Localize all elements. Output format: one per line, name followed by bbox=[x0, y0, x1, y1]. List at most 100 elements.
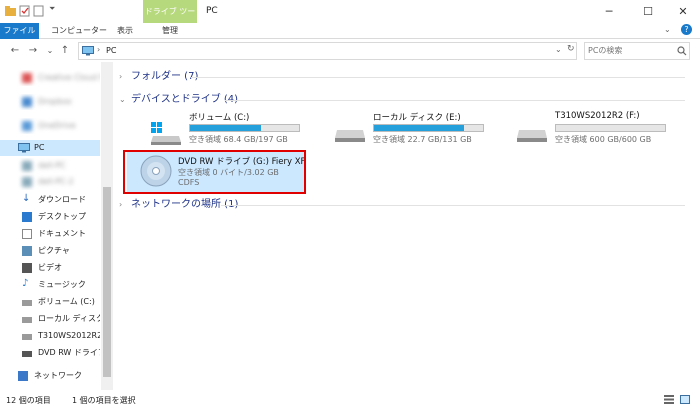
navigation-bar: ← → ⌄ ↑ › PC ⌄ ↻ bbox=[0, 40, 700, 62]
sidebar-item-label: ピクチャ bbox=[38, 246, 70, 255]
dvd-drive-icon bbox=[22, 351, 32, 357]
highlight-annotation-box bbox=[123, 150, 306, 194]
windows-drive-icon bbox=[151, 122, 181, 145]
group-divider bbox=[225, 100, 685, 101]
folder-icon[interactable] bbox=[5, 5, 16, 17]
sidebar-item-label: ダウンロード bbox=[38, 195, 86, 204]
properties-icon[interactable] bbox=[19, 5, 30, 17]
customize-quick-access-icon[interactable]: ⏷ bbox=[49, 4, 60, 16]
details-view-icon[interactable] bbox=[664, 395, 674, 404]
hard-drive-icon bbox=[517, 130, 547, 142]
sidebar-item-network-pc-1[interactable]: dell-PC bbox=[0, 158, 100, 174]
minimize-button[interactable]: ─ bbox=[592, 0, 626, 23]
sidebar-item-downloads[interactable]: ↓ ダウンロード bbox=[0, 192, 100, 208]
sidebar-item-label: dell-PC-2 bbox=[38, 177, 74, 186]
sidebar-item-drive-e[interactable]: ローカル ディスク (E:) bbox=[0, 311, 100, 327]
sidebar-item-desktop[interactable]: デスクトップ bbox=[0, 209, 100, 225]
windows-drive-icon bbox=[22, 300, 32, 306]
help-icon[interactable]: ? bbox=[681, 24, 692, 35]
videos-icon bbox=[22, 263, 32, 273]
free-space-text: 空き領域 22.7 GB/131 GB bbox=[373, 135, 472, 144]
chevron-right-icon: › bbox=[119, 200, 123, 209]
refresh-icon[interactable]: ↻ bbox=[567, 44, 575, 54]
group-devices-header[interactable]: ⌄ デバイスとドライブ (4) bbox=[119, 93, 238, 107]
search-box[interactable] bbox=[584, 42, 690, 60]
free-space-text: 空き領域 600 GB/600 GB bbox=[555, 135, 652, 144]
sidebar-item-pictures[interactable]: ピクチャ bbox=[0, 243, 100, 259]
address-bar[interactable]: › PC ⌄ ↻ bbox=[78, 42, 577, 60]
sidebar-item-pc[interactable]: PC bbox=[0, 140, 100, 156]
hard-drive-icon bbox=[335, 130, 365, 142]
chevron-down-icon: ⌄ bbox=[119, 95, 126, 104]
group-divider bbox=[191, 77, 685, 78]
desktop-icon bbox=[22, 212, 32, 222]
pictures-icon bbox=[22, 246, 32, 256]
tab-file[interactable]: ファイル bbox=[0, 23, 39, 39]
tab-manage[interactable]: 管理 bbox=[155, 23, 185, 39]
sidebar-item-label: ボリューム (C:) bbox=[38, 297, 95, 306]
sidebar-item-label: ミュージック bbox=[38, 280, 86, 289]
maximize-button[interactable]: ☐ bbox=[631, 0, 665, 23]
free-space-text: 空き領域 68.4 GB/197 GB bbox=[189, 135, 288, 144]
sidebar-item-network-pc-2[interactable]: dell-PC-2 bbox=[0, 174, 100, 190]
address-dropdown-icon[interactable]: ⌄ bbox=[555, 45, 562, 54]
sidebar-item-music[interactable]: ♪ ミュージック bbox=[0, 277, 100, 293]
close-button[interactable]: ✕ bbox=[666, 0, 700, 23]
content-pane: › フォルダー (7) ⌄ デバイスとドライブ (4) ボリューム (C:) 空き領… bbox=[115, 62, 700, 390]
sidebar-item-onedrive[interactable]: OneDrive bbox=[0, 118, 100, 134]
hard-drive-icon bbox=[22, 317, 32, 323]
drive-tile-e[interactable]: ローカル ディスク (E:) 空き領域 22.7 GB/131 GB bbox=[329, 110, 504, 154]
selection-count: 1 個の項目を選択 bbox=[72, 396, 136, 405]
sidebar-item-creative-cloud[interactable]: Creative Cloud Fil bbox=[0, 70, 100, 86]
sidebar-item-drive-c[interactable]: ボリューム (C:) bbox=[0, 294, 100, 310]
pc-icon bbox=[82, 46, 94, 56]
tab-view[interactable]: 表示 bbox=[112, 23, 138, 39]
tab-computer[interactable]: コンピューター bbox=[47, 23, 111, 39]
sidebar-item-documents[interactable]: ドキュメント bbox=[0, 226, 100, 242]
network-icon bbox=[18, 371, 28, 381]
breadcrumb-pc[interactable]: PC bbox=[106, 46, 116, 55]
sidebar-item-label: dell-PC bbox=[38, 161, 66, 170]
capacity-bar bbox=[555, 124, 666, 132]
sidebar-item-label: デスクトップ bbox=[38, 212, 86, 221]
sidebar-item-label: PC bbox=[34, 143, 45, 152]
sidebar-item-drive-g[interactable]: DVD RW ドライブ ( bbox=[0, 345, 100, 361]
network-pc-icon bbox=[22, 161, 32, 171]
group-folders-header[interactable]: › フォルダー (7) bbox=[119, 70, 198, 84]
onedrive-icon bbox=[22, 121, 32, 131]
sidebar-scrollbar[interactable] bbox=[101, 62, 113, 390]
sidebar-item-label: ローカル ディスク (E:) bbox=[38, 314, 100, 323]
expand-ribbon-icon[interactable]: ⌄ bbox=[664, 25, 671, 34]
sidebar-item-label: ネットワーク bbox=[34, 371, 82, 380]
title-bar: ⏷ ドライブ ツール PC ─ ☐ ✕ bbox=[0, 0, 700, 39]
navigation-pane: Creative Cloud Fil Dropbox OneDrive PC d… bbox=[0, 62, 115, 390]
music-note-icon: ♪ bbox=[22, 278, 29, 289]
status-bar: 12 個の項目 1 個の項目を選択 bbox=[0, 390, 700, 410]
dropbox-icon bbox=[22, 97, 32, 107]
sidebar-item-network[interactable]: ネットワーク bbox=[0, 368, 100, 384]
new-folder-icon[interactable] bbox=[33, 5, 44, 17]
drive-name: ローカル ディスク (E:) bbox=[373, 113, 461, 123]
large-icons-view-icon[interactable] bbox=[680, 395, 690, 404]
sidebar-item-drive-f[interactable]: T310WS2012R2 ( bbox=[0, 328, 100, 344]
back-button[interactable]: ← bbox=[8, 43, 22, 59]
forward-button[interactable]: → bbox=[26, 43, 40, 59]
search-input[interactable] bbox=[588, 46, 670, 55]
sidebar-scrollbar-thumb[interactable] bbox=[103, 187, 111, 377]
chevron-right-icon: › bbox=[119, 72, 123, 81]
sidebar-item-label: ドキュメント bbox=[38, 229, 86, 238]
capacity-bar bbox=[373, 124, 484, 132]
sidebar-item-dropbox[interactable]: Dropbox bbox=[0, 94, 100, 110]
up-button[interactable]: ↑ bbox=[58, 43, 72, 59]
recent-locations-button[interactable]: ⌄ bbox=[43, 43, 57, 59]
sidebar-item-label: ビデオ bbox=[38, 263, 62, 272]
drive-name: T310WS2012R2 (F:) bbox=[555, 111, 640, 121]
breadcrumb-separator-icon[interactable]: › bbox=[97, 45, 100, 54]
network-pc-icon bbox=[22, 177, 32, 187]
drive-tile-f[interactable]: T310WS2012R2 (F:) 空き領域 600 GB/600 GB bbox=[511, 110, 686, 154]
sidebar-item-label: OneDrive bbox=[38, 121, 76, 130]
drive-tile-c[interactable]: ボリューム (C:) 空き領域 68.4 GB/197 GB bbox=[145, 110, 320, 154]
sidebar-item-videos[interactable]: ビデオ bbox=[0, 260, 100, 276]
group-label: フォルダー (7) bbox=[131, 71, 199, 82]
drive-tools-contextual-tab[interactable]: ドライブ ツール bbox=[143, 0, 197, 39]
